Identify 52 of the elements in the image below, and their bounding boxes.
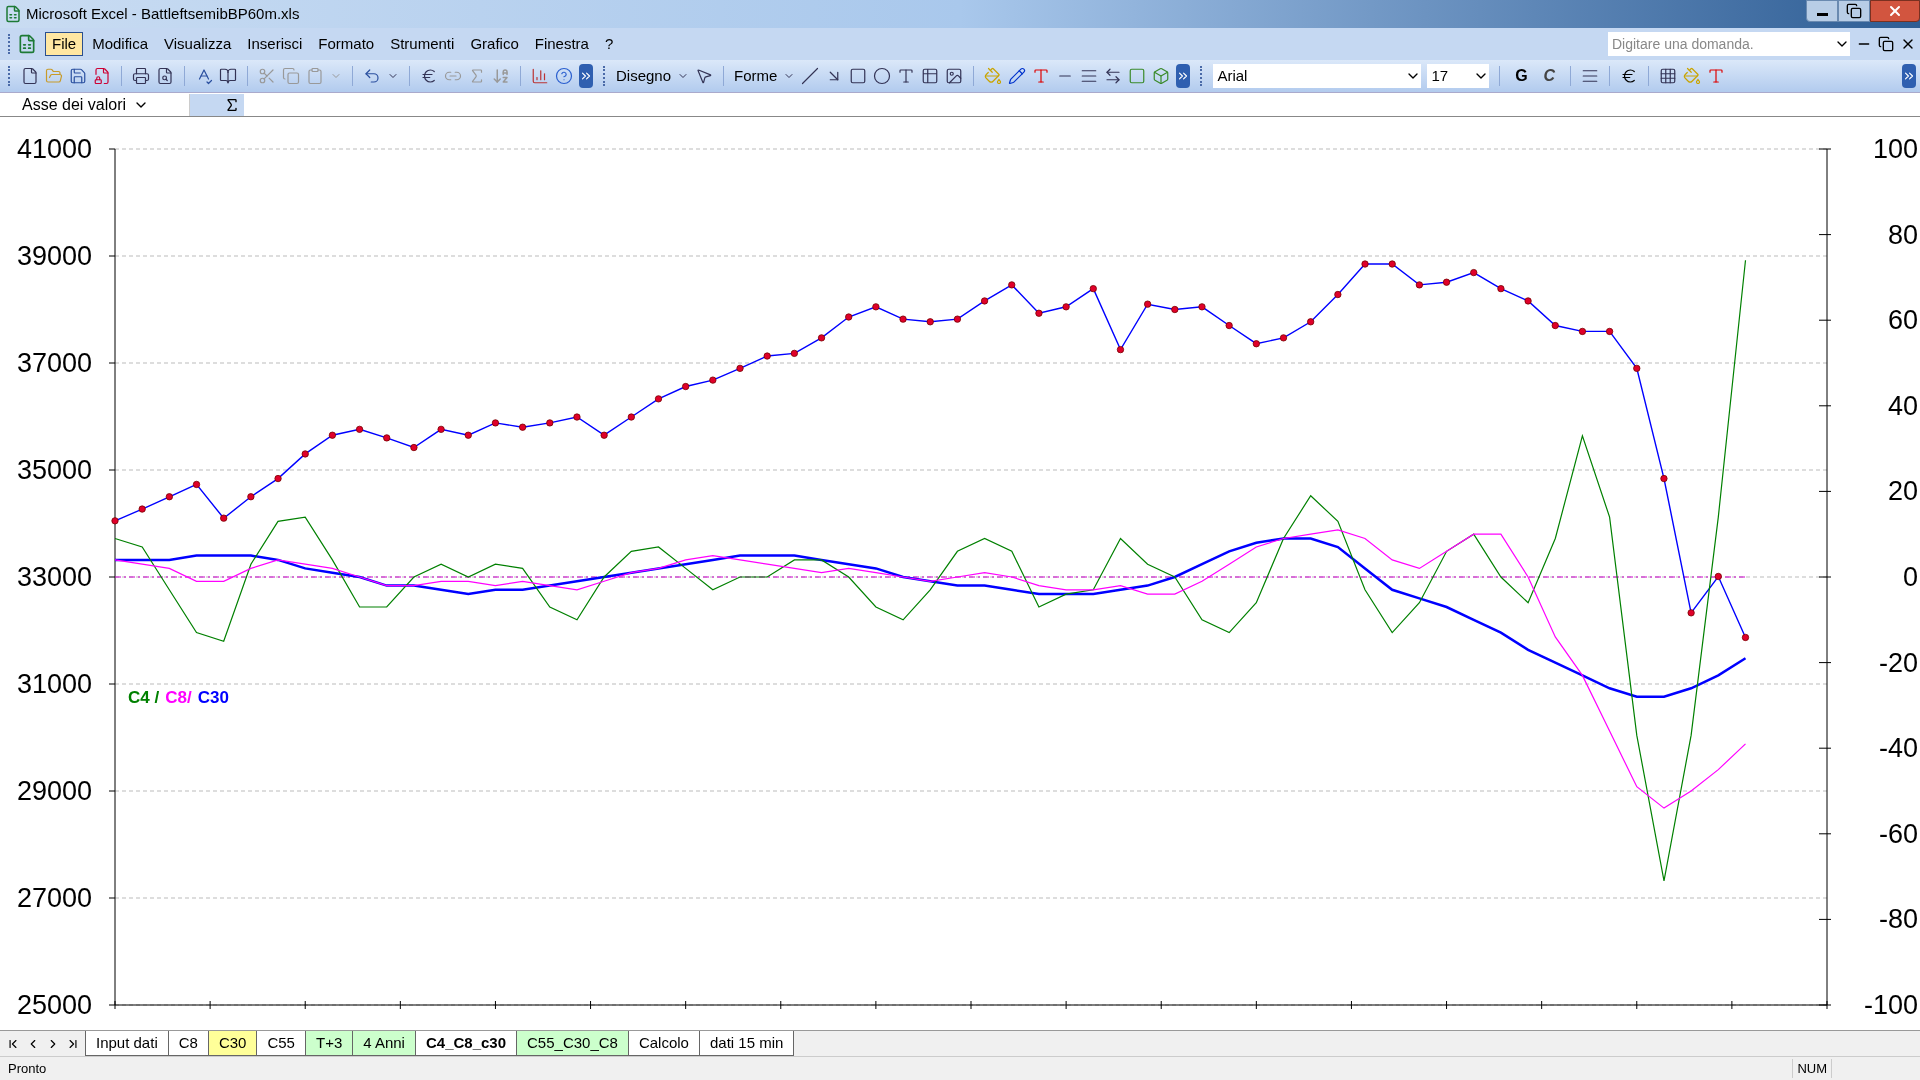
legend-label: C8/ <box>165 687 192 709</box>
axis-label: 37000 <box>16 348 92 378</box>
axis-label: 31000 <box>16 669 92 699</box>
axis-label: 39000 <box>16 241 92 271</box>
axis-label: 35000 <box>16 455 92 485</box>
font-size-field[interactable]: 17 <box>1427 64 1490 88</box>
sheet-tab[interactable]: C30 <box>207 1031 258 1056</box>
sheet-tab[interactable]: Input dati <box>85 1031 169 1056</box>
axis-label: 29000 <box>16 776 92 806</box>
menu-item[interactable]: Formato <box>311 32 382 56</box>
shapes-menu[interactable]: Forme <box>734 64 778 88</box>
legend-label: C4 / <box>128 687 160 709</box>
axis-label: -40 <box>1878 733 1918 764</box>
menu-item[interactable]: Finestra <box>527 32 596 56</box>
axis-label: 80 <box>1887 219 1918 250</box>
num-lock-indicator: NUM <box>1792 1058 1832 1079</box>
axis-label: 100 <box>1872 134 1918 164</box>
draw-menu[interactable]: Disegno <box>616 64 672 88</box>
menu-item[interactable]: Strumenti <box>383 32 462 56</box>
sheet-tab[interactable]: C55 <box>256 1031 306 1056</box>
axis-label: -20 <box>1878 647 1918 678</box>
axis-label: -100 <box>1863 990 1918 1020</box>
font-field[interactable]: Arial <box>1213 64 1422 88</box>
sheet-tab[interactable]: C4_C8_c30 <box>414 1031 517 1056</box>
bold-button[interactable]: G <box>1510 64 1533 88</box>
help-search-field[interactable]: Digitare una domanda. <box>1608 32 1850 56</box>
axis-label: -80 <box>1878 904 1918 935</box>
menu-item[interactable]: Grafico <box>463 32 526 56</box>
axis-label: 41000 <box>16 134 92 164</box>
menu-item[interactable]: Modifica <box>85 32 156 56</box>
sheet-tab[interactable]: Calcolo <box>627 1031 700 1056</box>
menu-item[interactable]: ? <box>597 32 621 56</box>
legend-label: C30 <box>197 687 229 709</box>
axis-label: 27000 <box>16 883 92 913</box>
axis-label: 25000 <box>16 990 92 1020</box>
sheet-tab[interactable]: 4 Anni <box>352 1031 416 1056</box>
menu-item[interactable]: Visualizza <box>157 32 239 56</box>
axis-label: 20 <box>1887 476 1918 507</box>
axis-label: -60 <box>1878 818 1918 849</box>
menu-item[interactable]: Inserisci <box>240 32 310 56</box>
sheet-tab[interactable]: dati 15 min <box>698 1031 795 1056</box>
axis-label: 33000 <box>16 562 92 592</box>
axis-label: 0 <box>1902 562 1918 592</box>
sheet-tab[interactable]: C8 <box>167 1031 209 1056</box>
italic-button[interactable]: C <box>1538 64 1561 88</box>
sheet-tab[interactable]: C55_C30_C8 <box>516 1031 629 1056</box>
axis-label: 40 <box>1887 390 1918 421</box>
menu-item[interactable]: File <box>45 32 84 56</box>
window-title: Microsoft Excel - BattleftsemibBP60m.xls <box>26 3 300 24</box>
status-text: Pronto <box>8 1059 47 1078</box>
sheet-tab[interactable]: T+3 <box>304 1031 354 1056</box>
axis-label: 60 <box>1887 305 1918 336</box>
